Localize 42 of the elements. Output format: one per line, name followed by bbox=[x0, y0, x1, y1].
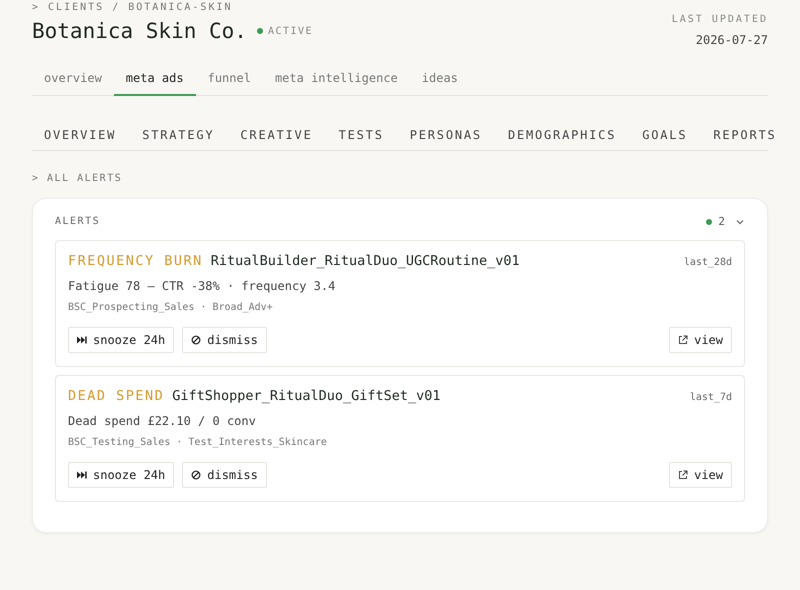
tab[interactable]: meta intelligence bbox=[262, 65, 410, 96]
view-button[interactable]: view bbox=[669, 327, 732, 353]
count-dot bbox=[706, 218, 712, 224]
section-tab[interactable]: DEMOGRAPHICS bbox=[496, 120, 630, 150]
alert-count: 2 bbox=[718, 215, 725, 228]
snooze-button[interactable]: snooze 24h bbox=[68, 462, 174, 488]
client-name: Botanica Skin Co. bbox=[32, 19, 247, 43]
panel-title: ALERTS bbox=[55, 216, 100, 227]
alert-title: DEAD SPEND GiftShopper_RitualDuo_GiftSet_v01 bbox=[68, 388, 440, 404]
section-tab[interactable]: REPORTS bbox=[701, 120, 791, 150]
tab[interactable]: meta ads bbox=[114, 65, 196, 96]
dismiss-button[interactable]: dismiss bbox=[182, 462, 267, 488]
alert-detail: Dead spend £22.10 / 0 conv bbox=[68, 414, 257, 428]
skip-forward-icon bbox=[77, 470, 87, 480]
last-updated-label: LAST UPDATED bbox=[672, 14, 768, 25]
section-tab[interactable]: PERSONAS bbox=[398, 120, 496, 150]
alert-context: BSC_Prospecting_Sales · Broad_Adv+ bbox=[68, 302, 274, 313]
prohibited-icon bbox=[191, 470, 202, 480]
skip-forward-icon bbox=[77, 335, 87, 345]
external-link-icon bbox=[678, 470, 688, 480]
tab[interactable]: overview bbox=[32, 65, 114, 96]
prohibited-icon bbox=[191, 335, 202, 345]
snooze-button[interactable]: snooze 24h bbox=[68, 327, 174, 353]
tab[interactable]: ideas bbox=[410, 65, 470, 96]
section-tab[interactable]: STRATEGY bbox=[130, 120, 228, 150]
sub-breadcrumb[interactable]: > ALL ALERTS bbox=[32, 173, 768, 184]
view-button[interactable]: view bbox=[669, 462, 732, 488]
status-label: ACTIVE bbox=[268, 26, 314, 36]
tab[interactable]: funnel bbox=[196, 65, 263, 96]
section-tab[interactable]: CREATIVE bbox=[228, 120, 327, 150]
last-updated-date: 2026-07-27 bbox=[694, 33, 768, 47]
time-window: last_7d bbox=[690, 392, 732, 403]
section-tab[interactable]: OVERVIEW bbox=[32, 120, 130, 150]
time-window: last_28d bbox=[684, 257, 732, 268]
dismiss-button[interactable]: dismiss bbox=[182, 327, 267, 353]
alert-detail: Fatigue 78 — CTR -38% · frequency 3.4 bbox=[68, 279, 336, 293]
alert-title: FREQUENCY BURN RitualBuilder_RitualDuo_UGCRoutine_v01 bbox=[68, 253, 520, 269]
breadcrumb: > CLIENTS / BOTANICA-SKIN bbox=[32, 2, 234, 13]
external-link-icon bbox=[678, 335, 688, 345]
section-tab[interactable]: TESTS bbox=[326, 120, 398, 150]
alert-context: BSC_Testing_Sales · Test_Interests_Skincare bbox=[68, 437, 328, 448]
section-tab[interactable]: GOALS bbox=[630, 120, 702, 150]
